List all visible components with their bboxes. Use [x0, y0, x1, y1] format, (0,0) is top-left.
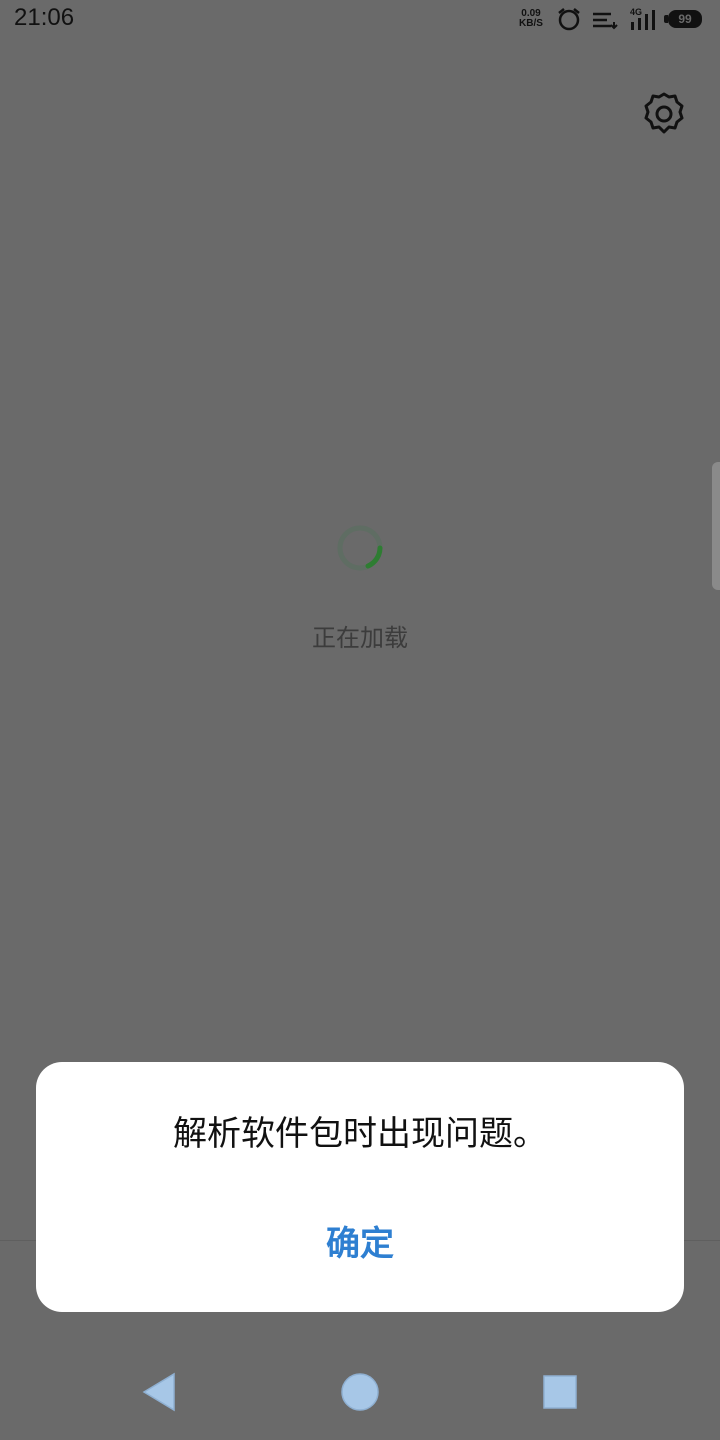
- data-saver-icon: [593, 12, 618, 30]
- signal-icon: 4G: [630, 7, 655, 30]
- dialog-message: 解析软件包时出现问题。: [173, 1114, 547, 1154]
- net-speed: 0.09 KB/S: [514, 9, 548, 29]
- loading-label: 正在加载: [312, 624, 408, 652]
- triangle-back-icon[interactable]: [138, 1370, 182, 1414]
- spinner-arc: [365, 545, 383, 569]
- confirm-button[interactable]: 确定: [280, 1212, 440, 1276]
- edge-scroll-handle[interactable]: [712, 462, 720, 590]
- error-dialog: 解析软件包时出现问题。 确定: [36, 1062, 684, 1312]
- alarm-icon: [558, 8, 580, 31]
- status-bar: 21:06 0.09 KB/S 4G 99: [0, 0, 720, 40]
- status-time: 21:06: [14, 4, 75, 31]
- circle-home-icon[interactable]: [338, 1370, 382, 1414]
- network-type-label: 4G: [630, 7, 642, 17]
- square-recents-icon[interactable]: [538, 1370, 582, 1414]
- battery-icon: 99: [668, 10, 702, 28]
- navigation-bar: [0, 1350, 720, 1440]
- net-speed-unit: KB/S: [519, 18, 543, 29]
- loading-spinner: [337, 525, 383, 571]
- gear-icon[interactable]: [640, 90, 688, 138]
